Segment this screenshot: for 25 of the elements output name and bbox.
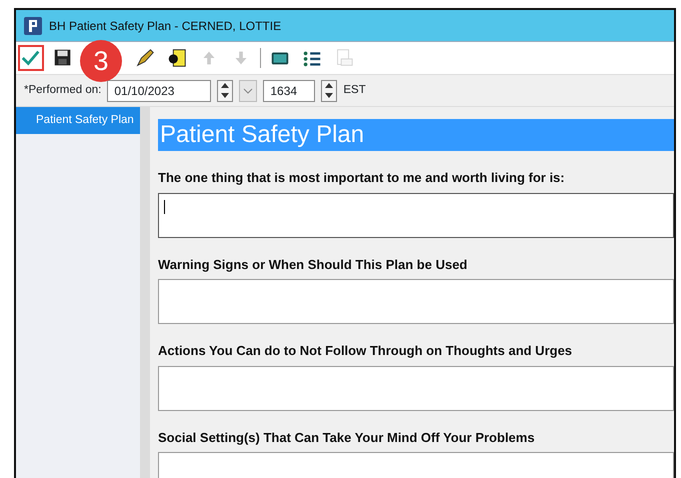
field-label: *Performed on: <box>24 82 102 98</box>
up-triangle-icon <box>221 83 230 88</box>
pencil-icon <box>134 47 156 69</box>
app-logo-icon <box>24 16 42 34</box>
time-zone: EST <box>343 82 366 98</box>
document-icon <box>166 47 188 69</box>
spin-button[interactable] <box>321 80 338 102</box>
window-title: BH Patient Safety Plan - CERNED, LOTTIE <box>49 18 282 34</box>
up-triangle-icon <box>325 83 334 88</box>
question-label: Actions You Can do to Not Follow Through on Thoughts and Urges <box>158 342 574 360</box>
form-heading: Patient Safety Plan <box>158 119 674 151</box>
sidebar-item[interactable]: Patient Safety Plan <box>16 107 140 134</box>
question-label: Warning Signs or When Should This Plan be Used <box>158 256 468 274</box>
down-triangle-icon <box>325 93 334 98</box>
spin-button[interactable] <box>217 80 234 102</box>
chevron-down-icon <box>243 88 254 94</box>
question-label: Social Setting(s) That Can Take Your Mind Off Your Problems <box>158 428 536 447</box>
check-button[interactable] <box>18 45 44 71</box>
question-label: The one thing that is most important to me and worth living for is: <box>158 169 566 187</box>
date-field[interactable]: 01/10/2023 <box>107 80 212 102</box>
text-cursor <box>164 200 165 214</box>
answer-box[interactable] <box>158 192 674 238</box>
time-field[interactable]: 1634 <box>263 80 316 102</box>
dropdown-button[interactable] <box>239 80 258 102</box>
down-triangle-icon <box>221 93 230 98</box>
